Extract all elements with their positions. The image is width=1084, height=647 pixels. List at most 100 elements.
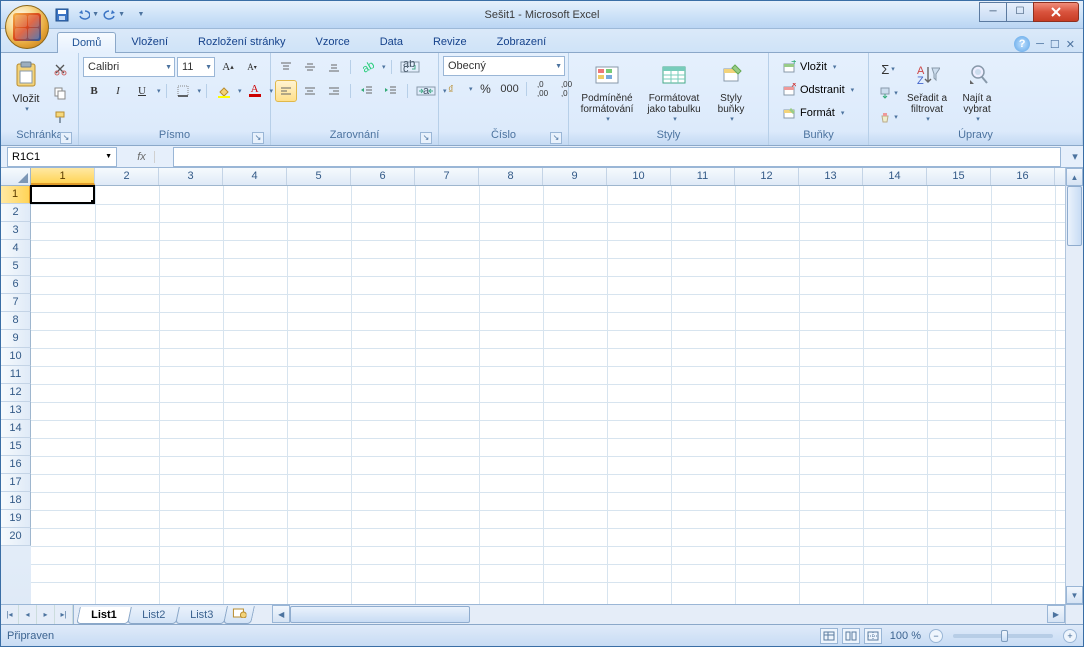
align-right-button[interactable] <box>323 80 345 102</box>
close-workbook-icon[interactable]: ✕ <box>1066 38 1075 51</box>
qat-customize[interactable]: ▼ <box>129 4 151 26</box>
align-left-button[interactable] <box>275 80 297 102</box>
sheet-tab-3[interactable]: List3 <box>175 607 228 624</box>
cut-button[interactable] <box>49 58 71 80</box>
row-header[interactable]: 18 <box>1 492 31 510</box>
sort-filter-button[interactable]: AZ Seřadit a filtrovat▾ <box>901 56 953 126</box>
tab-layout[interactable]: Rozložení stránky <box>183 31 300 52</box>
fx-icon[interactable]: fx <box>129 151 155 163</box>
vertical-scrollbar[interactable]: ▲ ▼ <box>1065 168 1083 604</box>
column-header[interactable]: 9 <box>543 168 607 185</box>
row-header[interactable]: 6 <box>1 276 31 294</box>
horizontal-scrollbar[interactable]: ◀ ▶ <box>272 605 1065 624</box>
row-header[interactable]: 9 <box>1 330 31 348</box>
grow-font-button[interactable]: A▴ <box>217 56 239 78</box>
row-header[interactable]: 20 <box>1 528 31 546</box>
clear-button[interactable]: ▾ <box>875 106 901 128</box>
column-header[interactable]: 14 <box>863 168 927 185</box>
tab-view[interactable]: Zobrazení <box>482 31 562 52</box>
page-break-view-button[interactable] <box>864 628 882 644</box>
prev-sheet-button[interactable]: ◂ <box>19 605 37 624</box>
row-header[interactable]: 10 <box>1 348 31 366</box>
find-select-button[interactable]: Najít a vybrat▾ <box>953 56 1001 126</box>
scroll-left-button[interactable]: ◀ <box>272 605 290 623</box>
format-painter-button[interactable] <box>49 106 71 128</box>
row-header[interactable]: 12 <box>1 384 31 402</box>
normal-view-button[interactable] <box>820 628 838 644</box>
tab-insert[interactable]: Vložení <box>116 31 183 52</box>
row-header[interactable]: 15 <box>1 438 31 456</box>
row-header[interactable]: 13 <box>1 402 31 420</box>
tab-review[interactable]: Revize <box>418 31 482 52</box>
align-center-button[interactable] <box>299 80 321 102</box>
comma-button[interactable]: 000 <box>499 78 521 100</box>
zoom-out-button[interactable]: − <box>929 629 943 643</box>
scroll-down-button[interactable]: ▼ <box>1066 586 1083 604</box>
sheet-tab-2[interactable]: List2 <box>127 607 180 624</box>
wrap-text-button[interactable]: abc <box>397 56 423 78</box>
clipboard-launcher[interactable]: ↘ <box>60 132 72 144</box>
column-header[interactable]: 13 <box>799 168 863 185</box>
accounting-format-button[interactable]: ₫ <box>443 78 465 100</box>
column-header[interactable]: 7 <box>415 168 479 185</box>
copy-button[interactable] <box>49 82 71 104</box>
row-header[interactable]: 19 <box>1 510 31 528</box>
decrease-indent-button[interactable] <box>356 80 378 102</box>
tab-formulas[interactable]: Vzorce <box>300 31 364 52</box>
row-header[interactable]: 4 <box>1 240 31 258</box>
row-header[interactable]: 11 <box>1 366 31 384</box>
next-sheet-button[interactable]: ▸ <box>37 605 55 624</box>
cell-grid[interactable] <box>31 186 1065 604</box>
align-top-button[interactable] <box>275 56 297 78</box>
formula-input[interactable] <box>173 147 1061 167</box>
align-bottom-button[interactable] <box>323 56 345 78</box>
vscroll-thumb[interactable] <box>1067 186 1082 246</box>
new-sheet-button[interactable] <box>223 606 255 624</box>
font-name-combo[interactable]: Calibri▼ <box>83 57 175 77</box>
cell-styles-button[interactable]: Styly buňky▾ <box>707 56 755 126</box>
row-header[interactable]: 1 <box>1 186 31 204</box>
column-header[interactable]: 8 <box>479 168 543 185</box>
last-sheet-button[interactable]: ▸| <box>55 605 73 624</box>
tab-data[interactable]: Data <box>365 31 418 52</box>
align-launcher[interactable]: ↘ <box>420 132 432 144</box>
format-cells-button[interactable]: Formát▾ <box>777 102 859 124</box>
zoom-slider[interactable] <box>953 634 1053 638</box>
autosum-button[interactable]: Σ▾ <box>875 58 901 80</box>
borders-button[interactable] <box>172 80 194 102</box>
row-header[interactable]: 8 <box>1 312 31 330</box>
scroll-right-button[interactable]: ▶ <box>1047 605 1065 623</box>
column-header[interactable]: 11 <box>671 168 735 185</box>
percent-button[interactable]: % <box>475 78 497 100</box>
font-color-button[interactable]: A <box>244 80 266 102</box>
minimize-ribbon-icon[interactable]: ─ <box>1036 38 1044 50</box>
insert-cells-button[interactable]: +Vložit▾ <box>777 56 859 78</box>
conditional-formatting-button[interactable]: Podmíněné formátování▾ <box>573 56 641 126</box>
align-middle-button[interactable] <box>299 56 321 78</box>
column-header[interactable]: 6 <box>351 168 415 185</box>
first-sheet-button[interactable]: |◂ <box>1 605 19 624</box>
row-header[interactable]: 16 <box>1 456 31 474</box>
save-button[interactable] <box>51 4 73 26</box>
paste-button[interactable]: Vložit▾ <box>5 56 47 126</box>
row-header[interactable]: 2 <box>1 204 31 222</box>
column-header[interactable]: 1 <box>31 168 95 185</box>
column-header[interactable]: 3 <box>159 168 223 185</box>
expand-formula-bar[interactable]: ▾ <box>1067 150 1083 163</box>
fill-button[interactable]: ▾ <box>875 82 901 104</box>
page-layout-view-button[interactable] <box>842 628 860 644</box>
merge-center-button[interactable]: a <box>413 80 439 102</box>
name-box[interactable]: R1C1▼ <box>7 147 117 167</box>
number-launcher[interactable]: ↘ <box>550 132 562 144</box>
zoom-level[interactable]: 100 % <box>890 630 921 642</box>
increase-decimal-button[interactable]: ,0,00 <box>532 78 554 100</box>
undo-button[interactable]: ▼ <box>77 4 99 26</box>
font-launcher[interactable]: ↘ <box>252 132 264 144</box>
help-icon[interactable]: ? <box>1014 36 1030 52</box>
font-size-combo[interactable]: 11▼ <box>177 57 215 77</box>
zoom-thumb[interactable] <box>1001 630 1008 642</box>
active-cell[interactable] <box>30 185 95 204</box>
row-header[interactable]: 5 <box>1 258 31 276</box>
column-header[interactable]: 2 <box>95 168 159 185</box>
column-header[interactable]: 10 <box>607 168 671 185</box>
